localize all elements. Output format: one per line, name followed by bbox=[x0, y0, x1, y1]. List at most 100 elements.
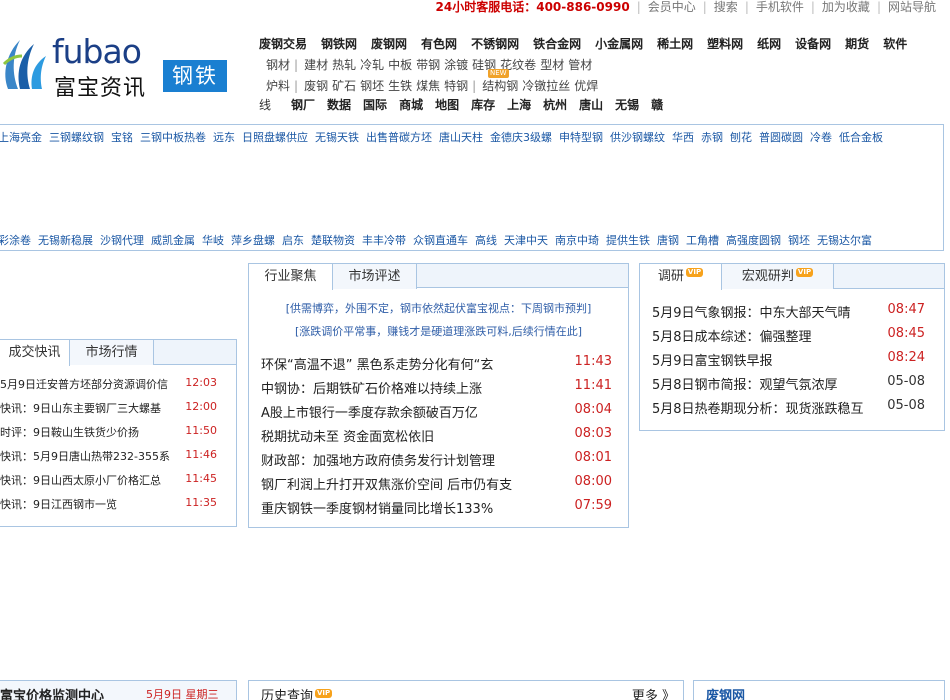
add-favorite-link[interactable]: 加为收藏 bbox=[822, 0, 870, 14]
nav-stainless-net[interactable]: 不锈钢网 bbox=[471, 35, 519, 52]
list-item[interactable]: 快讯：5月9日唐山热带232-355系 11:46 bbox=[0, 448, 236, 472]
nav-sub-item[interactable]: 废钢 bbox=[304, 77, 328, 94]
list-item[interactable]: 税期扰动未至 资金面宽松依旧 08:03 bbox=[249, 426, 628, 450]
partner-link[interactable]: 无锡达尔富 bbox=[817, 234, 872, 247]
partner-link[interactable]: 日照盘螺供应 bbox=[242, 131, 308, 144]
partner-link[interactable]: 丰丰冷带 bbox=[362, 234, 406, 247]
partner-link[interactable]: 无锡天铁 bbox=[315, 131, 359, 144]
partner-link[interactable]: 三钢中板热卷 bbox=[140, 131, 206, 144]
partner-link[interactable]: 刨花 bbox=[730, 131, 752, 144]
partner-link[interactable]: 沙钢代理 bbox=[100, 234, 144, 247]
list-item[interactable]: 快讯：9日山西太原小厂价格汇总 11:45 bbox=[0, 472, 236, 496]
nav-quick-item[interactable]: 上海 bbox=[507, 96, 531, 113]
tab-market-quotes[interactable]: 市场行情 bbox=[70, 340, 154, 365]
tab-industry-focus[interactable]: 行业聚焦 bbox=[249, 264, 333, 290]
partner-link[interactable]: 彩涂卷 bbox=[0, 234, 31, 247]
partner-link[interactable]: 金德庆3级螺 bbox=[490, 131, 552, 144]
list-item[interactable]: 5月8日成本综述：偏强整理 08:45 bbox=[640, 326, 944, 350]
tab-research[interactable]: 调研 VIP bbox=[640, 264, 722, 290]
list-item[interactable]: 中钢协：后期铁矿石价格难以持续上涨 11:41 bbox=[249, 378, 628, 402]
partner-link[interactable]: 远东 bbox=[213, 131, 235, 144]
partner-link[interactable]: 宝铭 bbox=[111, 131, 133, 144]
nav-quick-item[interactable]: 杭州 bbox=[543, 96, 567, 113]
tab-macro-analysis[interactable]: 宏观研判 VIP bbox=[722, 264, 834, 289]
nav-sub-item[interactable]: 优焊 bbox=[574, 77, 598, 94]
partner-link[interactable]: 无锡新稳展 bbox=[38, 234, 93, 247]
list-item[interactable]: 快讯：9日山东主要钢厂三大螺基 12:00 bbox=[0, 400, 236, 424]
more-link[interactable]: 更多 》 bbox=[632, 685, 675, 700]
nav-rare-earth-net[interactable]: 稀土网 bbox=[657, 35, 693, 52]
nav-software[interactable]: 软件 bbox=[883, 35, 907, 52]
nav-sub-item[interactable]: 矿石 bbox=[332, 77, 356, 94]
nav-sub-item[interactable]: 冷轧 bbox=[360, 56, 384, 73]
list-item[interactable]: 5月8日热卷期现分析：现货涨跌稳互 05-08 bbox=[640, 398, 944, 422]
nav-sub-item[interactable]: 钢材 bbox=[266, 56, 290, 73]
featured-link-1[interactable]: [供需博弈，外围不定，钢市依然起伏富宝视点：下周钢市预判] bbox=[249, 300, 628, 316]
nav-sub-item[interactable]: 中板 bbox=[388, 56, 412, 73]
nav-sub-item[interactable]: 炉料 bbox=[266, 77, 290, 94]
nav-scrap-net[interactable]: 废钢网 bbox=[371, 35, 407, 52]
partner-link[interactable]: 提供生铁 bbox=[606, 234, 650, 247]
scrap-net-title[interactable]: 废钢网 bbox=[706, 685, 745, 700]
partner-link[interactable]: 众钢直通车 bbox=[413, 234, 468, 247]
list-item[interactable]: 5月9日气象钢报：中东大部天气晴 08:47 bbox=[640, 302, 944, 326]
partner-link[interactable]: 天津中天 bbox=[504, 234, 548, 247]
nav-nonferrous-net[interactable]: 有色网 bbox=[421, 35, 457, 52]
nav-plastics-net[interactable]: 塑料网 bbox=[707, 35, 743, 52]
partner-link[interactable]: 萍乡盘螺 bbox=[231, 234, 275, 247]
partner-link[interactable]: 启东 bbox=[282, 234, 304, 247]
partner-link[interactable]: 工角槽 bbox=[686, 234, 719, 247]
nav-sub-item[interactable]: 结构钢 bbox=[482, 77, 518, 94]
partner-link[interactable]: 普圆碳圆 bbox=[759, 131, 803, 144]
partner-link[interactable]: 高强度圆钢 bbox=[726, 234, 781, 247]
nav-quick-item[interactable]: 赣 bbox=[651, 96, 663, 113]
list-item[interactable]: 环保“高温不退” 黑色系走势分化有何“玄 11:43 bbox=[249, 354, 628, 378]
tab-market-review[interactable]: 市场评述 bbox=[333, 264, 417, 289]
site-logo[interactable]: fubao 富宝资讯 钢铁 bbox=[0, 32, 240, 102]
nav-minor-metals-net[interactable]: 小金属网 bbox=[595, 35, 643, 52]
partner-link[interactable]: 高线 bbox=[475, 234, 497, 247]
nav-sub-item[interactable]: 钢坯 bbox=[360, 77, 384, 94]
site-nav-link[interactable]: 网站导航 bbox=[888, 0, 936, 14]
nav-sub-item[interactable]: 型材 bbox=[540, 56, 564, 73]
partner-link[interactable]: 供沙钢螺纹 bbox=[610, 131, 665, 144]
partner-link[interactable]: 低合金板 bbox=[839, 131, 883, 144]
nav-quick-item[interactable]: 线 bbox=[259, 96, 271, 113]
tab-deal-flash[interactable]: 成交快讯 bbox=[0, 340, 70, 366]
nav-quick-item[interactable]: 库存 bbox=[471, 96, 495, 113]
nav-ferroalloy-net[interactable]: 铁合金网 bbox=[533, 35, 581, 52]
partner-link[interactable]: 楚联物资 bbox=[311, 234, 355, 247]
nav-quick-item[interactable]: 地图 bbox=[435, 96, 459, 113]
partner-link[interactable]: 赤钢 bbox=[701, 131, 723, 144]
list-item[interactable]: 钢厂利润上升打开双焦涨价空间 后市仍有支 08:00 bbox=[249, 474, 628, 498]
nav-quick-item[interactable]: 国际 bbox=[363, 96, 387, 113]
partner-link[interactable]: 南京中琦 bbox=[555, 234, 599, 247]
list-item[interactable]: 5月9日迁安普方坯部分资源调价信 12:03 bbox=[0, 376, 236, 400]
nav-paper-net[interactable]: 纸网 bbox=[757, 35, 781, 52]
partner-link[interactable]: 华西 bbox=[672, 131, 694, 144]
nav-sub-item[interactable]: 煤焦 bbox=[416, 77, 440, 94]
partner-link[interactable]: 唐钢 bbox=[657, 234, 679, 247]
search-link[interactable]: 搜索 bbox=[714, 0, 738, 14]
nav-quick-item[interactable]: 唐山 bbox=[579, 96, 603, 113]
list-item[interactable]: 快讯：9日江西钢市一览 11:35 bbox=[0, 496, 236, 520]
list-item[interactable]: 时评：9日鞍山生铁货少价扬 11:50 bbox=[0, 424, 236, 448]
partner-link[interactable]: 申特型钢 bbox=[559, 131, 603, 144]
partner-link[interactable]: 威凯金属 bbox=[151, 234, 195, 247]
nav-sub-item[interactable]: 生铁 bbox=[388, 77, 412, 94]
nav-sub-item[interactable]: 管材 bbox=[568, 56, 592, 73]
partner-link[interactable]: 上海亮金 bbox=[0, 131, 42, 144]
nav-sub-item[interactable]: 特钢 bbox=[444, 77, 468, 94]
list-item[interactable]: 5月9日富宝钢铁早报 08:24 bbox=[640, 350, 944, 374]
nav-equipment-net[interactable]: 设备网 bbox=[795, 35, 831, 52]
list-item[interactable]: A股上市银行一季度存款余额破百万亿 08:04 bbox=[249, 402, 628, 426]
partner-link[interactable]: 三钢螺纹钢 bbox=[49, 131, 104, 144]
nav-sub-item[interactable]: 带钢 bbox=[416, 56, 440, 73]
nav-scrap-trade[interactable]: 废钢交易 bbox=[259, 35, 307, 52]
nav-quick-item[interactable]: 数据 bbox=[327, 96, 351, 113]
nav-quick-item[interactable]: 商城 bbox=[399, 96, 423, 113]
nav-quick-item[interactable]: 钢厂 bbox=[291, 96, 315, 113]
list-item[interactable]: 重庆钢铁一季度钢材销量同比增长133% 07:59 bbox=[249, 498, 628, 522]
nav-sub-item[interactable]: 热轧 bbox=[332, 56, 356, 73]
mobile-software-link[interactable]: 手机软件 bbox=[756, 0, 804, 14]
